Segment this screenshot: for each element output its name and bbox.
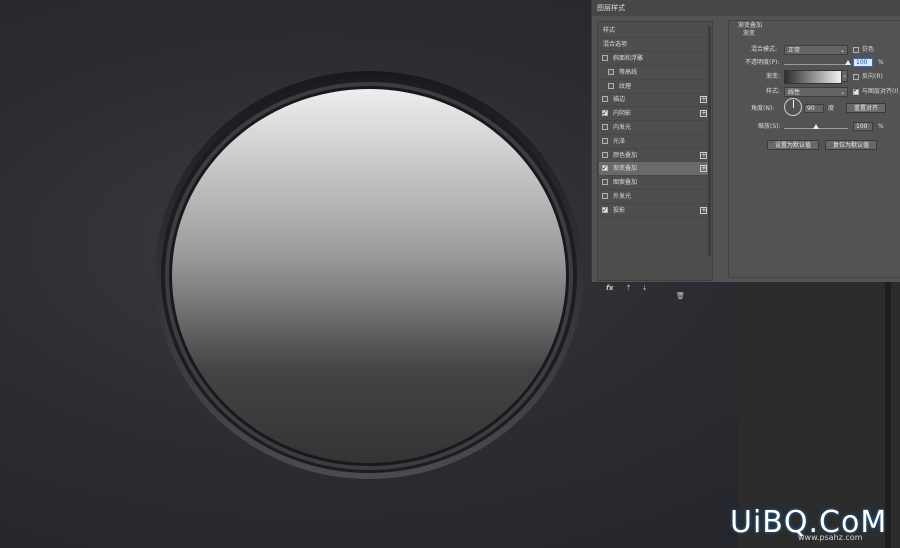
- gradient-swatch[interactable]: [784, 70, 842, 84]
- style-item[interactable]: 内阴影 +: [599, 107, 711, 122]
- add-effect-icon[interactable]: +: [700, 206, 707, 214]
- style-item[interactable]: 渐变叠加 +: [599, 162, 711, 177]
- style-item-label: 内阴影: [613, 110, 632, 118]
- opacity-input[interactable]: 100: [853, 58, 873, 67]
- style-item-checkbox[interactable]: [602, 179, 608, 186]
- watermark-url: www.psahz.com: [798, 533, 863, 542]
- list-scrollbar[interactable]: [708, 26, 711, 256]
- gradient-overlay-panel: 渐变叠加 渐变 混合模式: 正常 ⌄ 仿色 不透明度(P): 100 % 渐变: …: [728, 20, 900, 278]
- reset-alignment-button[interactable]: 重置对齐: [846, 103, 886, 113]
- style-item-checkbox[interactable]: [602, 162, 608, 175]
- style-item-label: 渐变叠加: [613, 165, 638, 173]
- chevron-down-icon: ⌄: [839, 47, 845, 54]
- style-item-checkbox[interactable]: [602, 107, 608, 120]
- angle-label: 角度(N):: [751, 105, 775, 112]
- style-item[interactable]: 内发光: [599, 121, 711, 135]
- dither-label: 仿色: [862, 46, 875, 53]
- gradient-picker-chevron-icon[interactable]: ⌄: [841, 70, 848, 82]
- style-item-label: 外发光: [613, 193, 632, 200]
- scale-percent: %: [878, 123, 884, 130]
- add-effect-icon[interactable]: +: [700, 110, 707, 118]
- angle-input[interactable]: 90: [804, 104, 824, 113]
- style-item-label: 纹理: [619, 82, 632, 90]
- style-item-label: 描边: [613, 96, 626, 104]
- dialog-title: 图层样式: [592, 0, 900, 16]
- style-item-label: 内发光: [613, 124, 632, 131]
- dither-checkbox[interactable]: [853, 47, 859, 53]
- scale-slider-handle[interactable]: [813, 124, 819, 129]
- opacity-slider-handle[interactable]: [845, 60, 851, 65]
- style-item-label: 投影: [613, 206, 626, 214]
- align-with-layer-label: 与图层对齐(I): [862, 88, 899, 95]
- style-item[interactable]: 等高线: [599, 66, 711, 80]
- scale-label: 缩放(S):: [758, 123, 781, 130]
- style-item[interactable]: 斜面和浮雕: [599, 52, 711, 66]
- style-item-label: 颜色叠加: [613, 151, 638, 159]
- style-item-checkbox[interactable]: [602, 55, 608, 61]
- blend-options-item[interactable]: 混合选项: [599, 38, 715, 52]
- style-list: 样式 混合选项 斜面和浮雕等高线纹理描边 + 内阴影 + 内发光光泽颜色叠加 + 渐变叠加 +…: [597, 21, 715, 300]
- opacity-percent: %: [878, 59, 884, 66]
- style-item[interactable]: 颜色叠加 +: [599, 149, 711, 163]
- style-item[interactable]: 图案叠加: [599, 176, 711, 191]
- style-item-checkbox[interactable]: [602, 151, 608, 158]
- style-item-checkbox[interactable]: [602, 204, 608, 217]
- styles-header[interactable]: 样式: [599, 24, 715, 38]
- blend-mode-value: 正常: [788, 47, 801, 54]
- reset-default-button[interactable]: 复位为默认值: [825, 140, 877, 150]
- set-default-button[interactable]: 设置为默认值: [767, 140, 819, 150]
- style-item[interactable]: 外发光: [599, 190, 711, 204]
- style-item[interactable]: 投影 +: [599, 204, 711, 218]
- blend-mode-label: 混合模式:: [751, 46, 778, 53]
- degree-label: 度: [828, 105, 835, 112]
- move-down-icon[interactable]: ⇣: [642, 284, 648, 292]
- style-value: 线性: [788, 89, 801, 96]
- angle-dial[interactable]: [784, 98, 802, 116]
- style-item-label: 等高线: [619, 68, 638, 76]
- trash-icon[interactable]: 🗑: [676, 292, 685, 300]
- scale-input[interactable]: 100: [853, 122, 873, 131]
- fx-icon[interactable]: fx: [606, 284, 614, 292]
- angle-dial-needle: [793, 100, 794, 108]
- style-item-label: 光泽: [613, 137, 626, 145]
- opacity-label: 不透明度(P):: [745, 59, 780, 66]
- blend-mode-select[interactable]: 正常 ⌄: [784, 45, 848, 55]
- style-item-checkbox[interactable]: [602, 124, 608, 130]
- style-select[interactable]: 线性 ⌄: [784, 87, 848, 97]
- style-item-label: 斜面和浮雕: [613, 55, 644, 62]
- style-item[interactable]: 纹理: [599, 80, 711, 94]
- gradient-label: 渐变:: [766, 73, 781, 80]
- style-item-checkbox[interactable]: [602, 193, 608, 199]
- add-effect-icon[interactable]: +: [700, 96, 707, 104]
- add-effect-icon[interactable]: +: [700, 151, 707, 159]
- list-footer: fx ⇡ ⇣ 🗑: [606, 284, 712, 300]
- style-item-checkbox[interactable]: [602, 137, 608, 144]
- style-item-checkbox[interactable]: [608, 82, 614, 89]
- style-item[interactable]: 描边 +: [599, 93, 711, 108]
- section-title: 渐变叠加: [738, 22, 763, 29]
- circle-artwork: [154, 70, 584, 480]
- align-with-layer-checkbox[interactable]: [853, 86, 859, 95]
- group-title: 渐变: [743, 30, 756, 37]
- style-item-label: 图案叠加: [613, 179, 638, 187]
- style-item-checkbox[interactable]: [608, 68, 614, 75]
- style-item[interactable]: 光泽: [599, 135, 711, 149]
- layer-style-dialog: 图层样式 样式 混合选项 斜面和浮雕等高线纹理描边 + 内阴影 + 内发光光泽颜色叠加 +…: [591, 0, 900, 300]
- reverse-checkbox[interactable]: [853, 74, 859, 80]
- move-up-icon[interactable]: ⇡: [626, 284, 632, 292]
- style-label: 样式:: [766, 88, 781, 95]
- style-item-checkbox[interactable]: [602, 96, 608, 103]
- opacity-slider[interactable]: [784, 64, 848, 65]
- chevron-down-icon: ⌄: [839, 89, 845, 96]
- reverse-label: 反向(R): [862, 73, 883, 80]
- add-effect-icon[interactable]: +: [700, 165, 707, 173]
